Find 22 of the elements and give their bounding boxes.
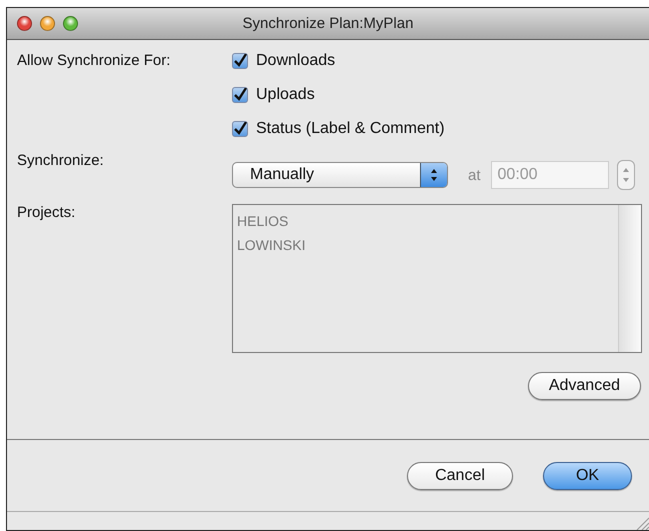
checkbox-label: Downloads xyxy=(256,52,336,70)
checkbox-label: Uploads xyxy=(256,86,315,104)
advanced-button[interactable]: Advanced xyxy=(528,372,641,400)
checkbox-label: Status (Label & Comment) xyxy=(256,120,445,138)
stepper-arrows-icon xyxy=(420,163,447,187)
ok-button[interactable]: OK xyxy=(543,462,632,490)
checkbox[interactable] xyxy=(232,53,248,69)
zoom-button[interactable] xyxy=(63,16,78,31)
checkbox[interactable] xyxy=(232,121,248,137)
window-title: Synchronize Plan:MyPlan xyxy=(242,15,414,32)
at-label: at xyxy=(468,166,481,184)
field-label: Synchronize: xyxy=(17,152,105,171)
minimize-button[interactable] xyxy=(40,16,55,31)
resize-grip-icon xyxy=(635,516,649,530)
field-label: Allow Synchronize For: xyxy=(17,52,172,71)
stepper-arrows-icon xyxy=(622,167,630,183)
dropdown[interactable]: Manually xyxy=(232,162,448,188)
time-stepper[interactable] xyxy=(616,160,635,190)
checkbox[interactable] xyxy=(232,87,248,103)
field-label: Projects: xyxy=(17,204,76,223)
cancel-button[interactable]: Cancel xyxy=(407,462,513,490)
close-button[interactable] xyxy=(17,16,32,31)
